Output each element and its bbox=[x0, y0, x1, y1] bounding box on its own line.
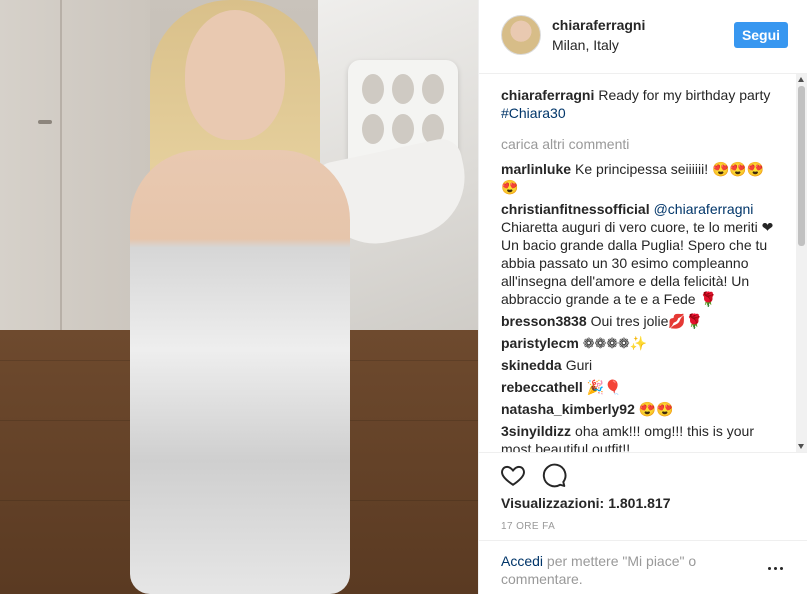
comment-author[interactable]: paristylecm bbox=[501, 335, 579, 351]
login-link[interactable]: Accedi bbox=[501, 553, 543, 569]
views-count: Visualizzazioni: 1.801.817 bbox=[501, 495, 671, 511]
more-options-icon[interactable] bbox=[768, 561, 786, 575]
views-number: 1.801.817 bbox=[608, 495, 671, 511]
post-header: chiaraferragni Milan, Italy Segui bbox=[479, 0, 807, 74]
avatar[interactable] bbox=[501, 15, 541, 55]
heart-icon[interactable] bbox=[500, 462, 526, 488]
list-item: christianfitnessofficial @chiaraferragni … bbox=[501, 200, 781, 308]
photo-subject-face bbox=[185, 10, 285, 140]
views-label: Visualizzazioni: bbox=[501, 495, 605, 511]
comment-text: 🎉🎈 bbox=[586, 379, 622, 395]
comment-author[interactable]: marlinluke bbox=[501, 161, 571, 177]
comment-author[interactable]: bresson3838 bbox=[501, 313, 587, 329]
post-actions bbox=[479, 452, 807, 494]
comment-author[interactable]: christianfitnessofficial bbox=[501, 201, 650, 217]
list-item: bresson3838 Oui tres jolie💋🌹 bbox=[501, 312, 781, 330]
comments-scrollbar[interactable] bbox=[796, 74, 807, 452]
photo-subject-body bbox=[130, 150, 350, 594]
comment-text: Oui tres jolie💋🌹 bbox=[590, 313, 704, 329]
list-item: marlinluke Ke principessa seiiiiii! 😍😍😍😍 bbox=[501, 160, 781, 196]
photo-subject bbox=[90, 0, 380, 594]
comment-text: ❁❁❁❁✨ bbox=[582, 335, 648, 351]
caption-author[interactable]: chiaraferragni bbox=[501, 87, 594, 103]
scroll-down-arrow-icon[interactable] bbox=[798, 444, 804, 449]
photo-door-edge bbox=[60, 0, 62, 330]
comment-text: 😍😍 bbox=[638, 401, 674, 417]
comment-bubble-icon[interactable] bbox=[541, 462, 567, 488]
load-more-comments-link[interactable]: carica altri commenti bbox=[501, 136, 781, 152]
list-item: skinedda Guri bbox=[501, 356, 781, 374]
header-username[interactable]: chiaraferragni bbox=[552, 17, 645, 33]
comments-list: chiaraferragni Ready for my birthday part… bbox=[501, 86, 781, 452]
list-item: rebeccathell 🎉🎈 bbox=[501, 378, 781, 396]
login-prompt: Accedi per mettere "Mi piace" o commenta… bbox=[501, 552, 741, 588]
post-caption: chiaraferragni Ready for my birthday part… bbox=[501, 86, 781, 122]
list-item: 3sinyildizz oha amk!!! omg!!! this is you… bbox=[501, 422, 781, 452]
post-photo[interactable] bbox=[0, 0, 478, 594]
comment-author[interactable]: rebeccathell bbox=[501, 379, 583, 395]
follow-button[interactable]: Segui bbox=[734, 22, 788, 48]
scroll-up-arrow-icon[interactable] bbox=[798, 77, 804, 82]
comment-author[interactable]: natasha_kimberly92 bbox=[501, 401, 635, 417]
comment-author[interactable]: skinedda bbox=[501, 357, 562, 373]
comment-author[interactable]: 3sinyildizz bbox=[501, 423, 571, 439]
comment-mention[interactable]: @chiaraferragni bbox=[654, 201, 754, 217]
caption-hashtag[interactable]: #Chiara30 bbox=[501, 105, 566, 121]
post-side-panel: chiaraferragni Milan, Italy Segui chiara… bbox=[478, 0, 807, 594]
comment-text: Guri bbox=[565, 357, 593, 373]
header-location[interactable]: Milan, Italy bbox=[552, 37, 619, 53]
caption-text: Ready for my birthday party bbox=[598, 87, 771, 103]
comment-text: Chiaretta auguri di vero cuore, te lo me… bbox=[501, 219, 774, 307]
list-item: paristylecm ❁❁❁❁✨ bbox=[501, 334, 781, 352]
list-item: natasha_kimberly92 😍😍 bbox=[501, 400, 781, 418]
photo-door-handle bbox=[38, 120, 52, 124]
scrollbar-thumb[interactable] bbox=[798, 86, 805, 246]
instagram-post: chiaraferragni Milan, Italy Segui chiara… bbox=[0, 0, 807, 594]
add-comment-section: Accedi per mettere "Mi piace" o commenta… bbox=[479, 540, 807, 594]
post-timestamp[interactable]: 17 ORE FA bbox=[501, 521, 555, 532]
